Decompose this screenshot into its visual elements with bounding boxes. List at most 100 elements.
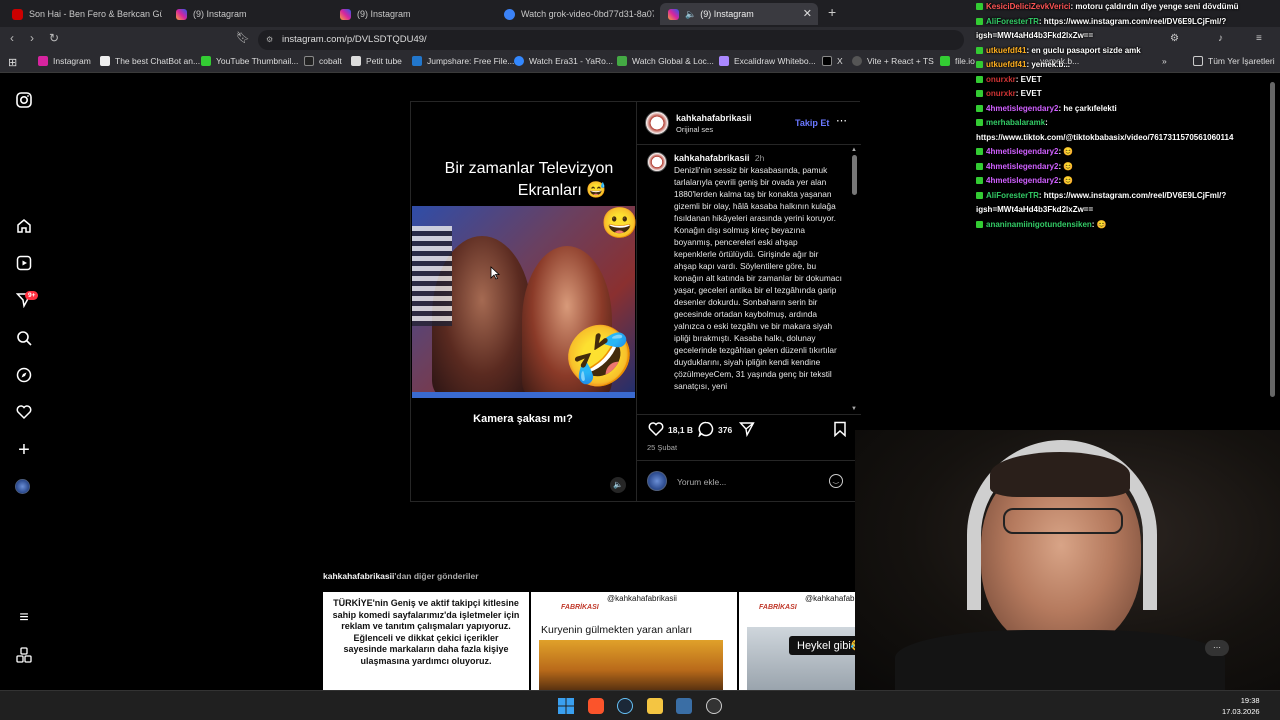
- bookmark-fileio[interactable]: file.io: [940, 56, 975, 66]
- chat-text: : 😊: [1058, 176, 1074, 185]
- bookmark-label: X: [837, 56, 843, 66]
- tab-2[interactable]: (9) Instagram: [168, 3, 326, 25]
- more-posts-heading: kahkahafabrikasii'dan diğer gönderiler: [323, 571, 479, 581]
- webcam-menu-icon[interactable]: ⋯: [1205, 640, 1229, 656]
- speaker-icon: 🔈: [685, 8, 697, 19]
- bookmark-label: The best ChatBot an...: [115, 56, 201, 66]
- apps-icon[interactable]: ⊞: [8, 56, 17, 69]
- instagram-favicon: [176, 8, 187, 20]
- bookmark-jumpshare[interactable]: Jumpshare: Free File...: [412, 56, 514, 66]
- chat-message: AliForesterTR: https://www.instagram.com…: [976, 189, 1266, 218]
- home-icon[interactable]: [15, 218, 33, 236]
- more-menu-icon[interactable]: ≡: [15, 609, 33, 627]
- chat-message: 4hmetislegendary2: 😊: [976, 174, 1276, 189]
- chat-text: : 😊: [1058, 161, 1074, 171]
- grid-post-2[interactable]: FABRİKASI @kahkahafabrikasii Kuryenin gü…: [531, 592, 737, 690]
- author-username[interactable]: kahkahafabrikasii: [676, 113, 752, 123]
- emoji-picker-icon[interactable]: ‿: [829, 474, 843, 488]
- author-avatar[interactable]: [645, 111, 669, 135]
- share-icon[interactable]: [738, 421, 755, 442]
- tab-favicon: [12, 8, 23, 20]
- save-icon[interactable]: [833, 421, 847, 442]
- scroll-thumb[interactable]: [851, 155, 857, 195]
- explore-icon[interactable]: [15, 367, 33, 385]
- instagram-icon: [38, 56, 48, 66]
- comment-input[interactable]: Yorum ekle...: [677, 477, 726, 487]
- chat-username: onurxkr: [986, 89, 1016, 98]
- chat-message: merhabalaramk: https://www.tiktok.com/@t…: [976, 116, 1266, 145]
- reels-icon[interactable]: [15, 255, 33, 273]
- url-field[interactable]: ⚙ instagram.com/p/DVLSDTQDU49/: [258, 30, 964, 50]
- like-icon[interactable]: [648, 421, 664, 442]
- chatbot-icon: [100, 56, 110, 66]
- like-count[interactable]: 18,1 B: [668, 425, 693, 435]
- more-options-icon[interactable]: ⋯: [836, 114, 847, 127]
- chat-message: onurxkr: EVET: [976, 87, 1276, 102]
- bookmark-youtube-thumbnail[interactable]: YouTube Thumbnail...: [201, 56, 298, 66]
- tab-5-active[interactable]: 🔈 (9) Instagram ✕: [660, 3, 818, 25]
- new-tab-button[interactable]: +: [828, 4, 836, 20]
- profile-avatar[interactable]: [15, 479, 33, 497]
- bookmark-era31[interactable]: Watch Era31 - YaRo...: [514, 56, 613, 66]
- file-explorer-icon[interactable]: [647, 698, 663, 714]
- close-tab-icon[interactable]: ✕: [803, 7, 812, 20]
- obs-icon[interactable]: [706, 698, 722, 714]
- comment-count[interactable]: 376: [718, 425, 732, 435]
- audio-label[interactable]: Orijinal ses: [676, 125, 713, 134]
- comment-author-avatar[interactable]: [647, 152, 667, 172]
- tab-3[interactable]: (9) Instagram: [332, 3, 490, 25]
- bookmark-instagram[interactable]: Instagram: [38, 56, 91, 66]
- back-icon[interactable]: ‹: [10, 31, 14, 45]
- tab-4[interactable]: Watch grok-video-0bd77d31-8a07-4: [496, 3, 654, 25]
- app-icon[interactable]: [676, 698, 692, 714]
- tab-label: (9) Instagram: [193, 9, 247, 19]
- site-info-icon[interactable]: ⚙: [266, 30, 273, 50]
- bookmark-vite[interactable]: Vite + React + TS: [852, 56, 934, 66]
- more-posts-user[interactable]: kahkahafabrikasii: [323, 571, 394, 581]
- steam-icon[interactable]: [617, 698, 633, 714]
- post-date[interactable]: 25 Şubat: [647, 443, 677, 452]
- taskbar-clock[interactable]: 19:38 17.03.2026: [1222, 695, 1260, 717]
- mouse-cursor-icon: [490, 266, 501, 285]
- bookmark-excalidraw[interactable]: Excalidraw Whitebo...: [719, 56, 816, 66]
- search-icon[interactable]: [15, 330, 33, 348]
- create-plus-icon[interactable]: +: [15, 440, 33, 460]
- brave-browser-icon[interactable]: [588, 698, 604, 714]
- bookmark-label: Jumpshare: Free File...: [427, 56, 515, 66]
- youtube-icon: [201, 56, 211, 66]
- comment-username[interactable]: kahkahafabrikasii: [674, 153, 750, 163]
- chat-badge-icon: [976, 104, 983, 112]
- chat-text: : he çarkıfelekti: [1058, 103, 1117, 113]
- bookmark-cobalt[interactable]: cobalt: [304, 56, 342, 66]
- apps-grid-icon[interactable]: [15, 647, 33, 665]
- chat-username: KesiciDeliciZevkVerici: [986, 2, 1071, 11]
- grid-post-1[interactable]: TÜRKİYE'nin Geniş ve aktif takipçi kitle…: [323, 592, 529, 690]
- chat-badge-icon: [976, 61, 983, 69]
- chat-username: 4hmetislegendary2: [986, 161, 1059, 171]
- caption-scrollbar[interactable]: ▲ ▼: [851, 147, 857, 412]
- more-posts-suffix: 'dan diğer gönderiler: [394, 571, 479, 581]
- windows-start-icon[interactable]: [558, 698, 574, 714]
- follow-button[interactable]: Takip Et: [795, 118, 829, 128]
- bookmark-x[interactable]: X: [822, 56, 843, 66]
- scroll-up-icon[interactable]: ▲: [851, 147, 857, 153]
- instagram-logo-icon[interactable]: [15, 92, 33, 110]
- comment-icon[interactable]: [698, 421, 714, 442]
- mute-icon[interactable]: 🔈: [610, 477, 626, 493]
- bookmark-global[interactable]: Watch Global & Loc...: [617, 56, 714, 66]
- heart-icon[interactable]: [15, 404, 33, 422]
- petit-tube-icon: [351, 56, 361, 66]
- bookmark-chatbot[interactable]: The best ChatBot an...: [100, 56, 200, 66]
- video-player[interactable]: Bir zamanlar Televizyon Ekranları 😅 😀 🤣 …: [411, 102, 638, 501]
- bookmark-icon[interactable]: 🔖︎: [236, 31, 250, 44]
- streamer-shirt: [895, 630, 1225, 690]
- scroll-down-icon[interactable]: ▼: [851, 406, 857, 412]
- tab-label: Watch grok-video-0bd77d31-8a07-4: [521, 9, 654, 19]
- reload-icon[interactable]: ↻: [49, 31, 59, 45]
- forward-icon[interactable]: ›: [30, 31, 34, 45]
- bookmark-petit-tube[interactable]: Petit tube: [351, 56, 402, 66]
- notification-badge: 9+: [25, 291, 39, 300]
- video-title: Bir zamanlar Televizyon Ekranları 😅: [411, 158, 635, 202]
- tab-1[interactable]: Son Hai - Ben Fero & Berkcan Güven: [4, 3, 162, 25]
- stripes: [412, 226, 452, 326]
